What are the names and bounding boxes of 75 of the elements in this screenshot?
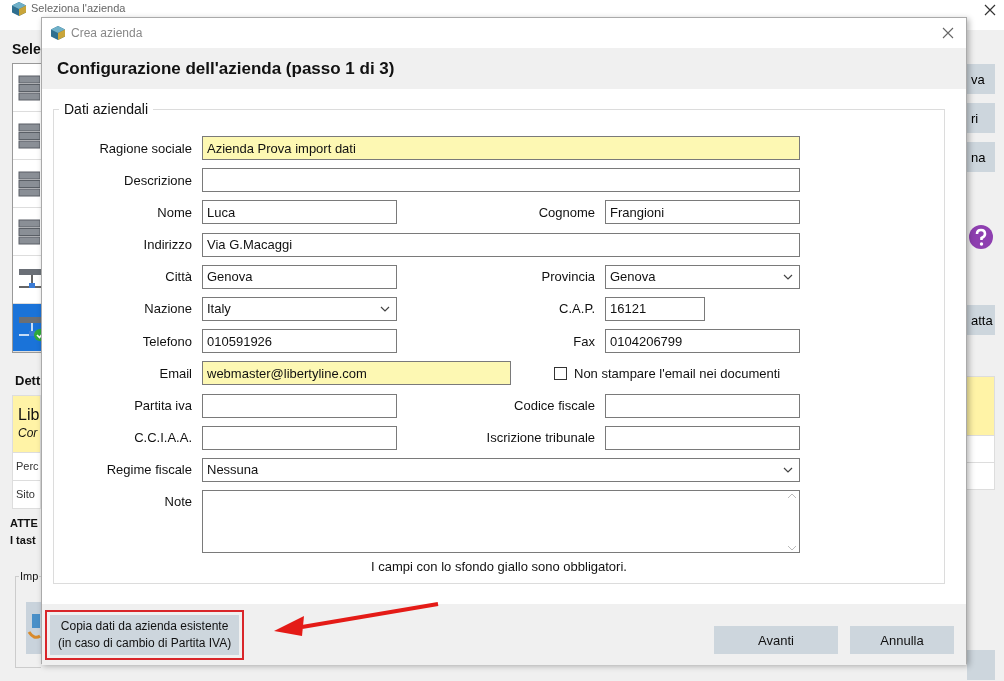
input-field[interactable]: 16121	[605, 296, 705, 321]
input-field[interactable]	[605, 393, 800, 418]
input-field[interactable]	[202, 168, 800, 193]
button[interactable]: va	[967, 64, 995, 94]
section-heading: Dett	[14, 372, 41, 389]
import-icon	[26, 602, 41, 654]
input-field[interactable]: Frangioni	[605, 200, 800, 225]
app-icon	[50, 25, 66, 41]
field-label: Note	[163, 493, 193, 510]
cancel-button[interactable]: Annulla	[850, 626, 954, 654]
field-label: Regime fiscale	[105, 462, 193, 478]
app-icon	[11, 1, 27, 17]
input-field[interactable]: Genova	[202, 264, 397, 289]
list-item[interactable]	[13, 304, 41, 352]
button[interactable]: atta	[967, 305, 995, 335]
field-label: Telefono	[141, 333, 193, 349]
section-heading: Sele	[11, 40, 41, 59]
field-label: Provincia	[540, 269, 596, 285]
checkbox-label: Non stampare l'email nei documenti	[574, 365, 781, 381]
chevron-down-icon	[783, 466, 793, 473]
input-field[interactable]	[202, 425, 397, 450]
close-icon	[942, 27, 954, 39]
database-icon	[18, 74, 40, 101]
input-field[interactable]: Via G.Macaggi	[202, 232, 800, 257]
window-title: Crea azienda	[71, 26, 143, 40]
field-label: C.A.P.	[558, 301, 596, 317]
input-field[interactable]	[202, 393, 397, 418]
detail-row: Sito	[12, 481, 41, 509]
company-name: Lib	[18, 405, 40, 425]
button[interactable]: ri	[967, 103, 995, 133]
window-title: Seleziona l'azienda	[31, 2, 126, 15]
warning-text: ATTE	[10, 516, 39, 531]
field-label: Email	[158, 365, 193, 381]
field-label: Iscrizione tribunale	[485, 430, 596, 446]
dialog-heading: Configurazione dell'azienda (passo 1 di 3)	[57, 58, 395, 79]
scrollbar	[787, 492, 797, 553]
field-label: Città	[164, 269, 193, 285]
input-field[interactable]: Luca	[202, 200, 397, 225]
group-label: Dati aziendali	[59, 101, 154, 117]
checkbox[interactable]	[554, 366, 567, 380]
warning-text: I tast	[10, 533, 37, 548]
dropdown[interactable]: Nessuna	[202, 457, 800, 482]
field-label: Ragione sociale	[98, 140, 193, 156]
text-area[interactable]	[202, 490, 800, 554]
database-icon	[18, 218, 40, 245]
field-label: Nome	[156, 204, 193, 220]
next-button[interactable]: Avanti	[714, 626, 838, 654]
field-label: Cognome	[537, 204, 596, 220]
hint-text: I campi con lo sfondo giallo sono obbligatori.	[370, 559, 628, 575]
button[interactable]: na	[967, 142, 995, 172]
dropdown[interactable]: Genova	[605, 264, 800, 289]
details-card	[967, 376, 995, 436]
group-label: Imp	[19, 570, 40, 582]
chevron-down-icon	[380, 305, 390, 312]
field-label: Nazione	[143, 301, 193, 317]
chevron-down-icon	[783, 273, 793, 280]
field-label: C.C.I.A.A.	[133, 430, 193, 446]
detail-row: Perc	[12, 453, 41, 481]
field-label: Fax	[572, 333, 596, 349]
close-icon	[984, 4, 996, 16]
input-field[interactable]: 010591926	[202, 329, 397, 354]
input-field[interactable]: Azienda Prova import dati	[202, 136, 800, 160]
company-subtitle: Cor	[18, 426, 39, 440]
field-label: Descrizione	[123, 172, 193, 188]
dropdown[interactable]: Italy	[202, 296, 397, 321]
field-label: Indirizzo	[142, 237, 193, 253]
field-label: Partita iva	[133, 398, 193, 413]
input-field[interactable]	[605, 425, 800, 450]
database-icon	[18, 122, 40, 149]
input-field[interactable]: 0104206799	[605, 329, 800, 354]
help-icon	[968, 224, 994, 250]
field-label: Codice fiscale	[513, 398, 596, 413]
database-icon	[18, 170, 40, 197]
input-field[interactable]: webmaster@libertyline.com	[202, 361, 511, 386]
copy-button[interactable]: Copia dati da azienda esistente (in caso di cambio di Partita IVA)	[50, 614, 240, 655]
